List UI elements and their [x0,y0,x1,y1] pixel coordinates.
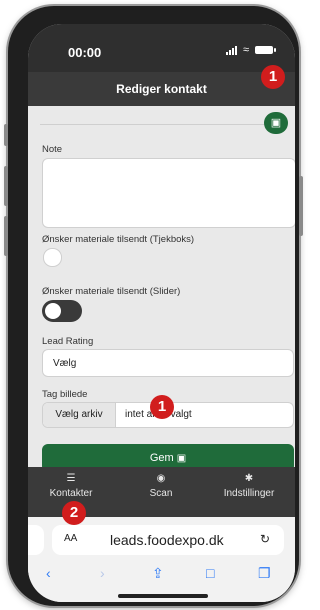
address-bar[interactable]: AA leads.foodexpo.dk ↻ [52,525,284,555]
list-icon: ☰ [66,473,76,484]
status-bar: 00:00 ≈ [28,24,295,72]
camera-icon: ◉ [156,473,166,484]
forward-icon[interactable]: › [100,565,105,581]
annotation-badge-2: 2 [62,501,86,525]
form-content: ▣ Note Ønsker materiale tilsendt (Tjekbo… [28,106,295,478]
status-time: 00:00 [68,45,102,60]
header-divider [40,124,283,125]
home-indicator [118,594,208,598]
save-icon-button[interactable]: ▣ [264,112,288,134]
annotation-badge-1-middle: 1 [150,395,174,419]
material-checkbox[interactable] [43,248,62,267]
annotation-badge-1-top: 1 [261,65,285,89]
signal-icon [225,45,237,55]
material-toggle[interactable] [42,300,82,322]
tabs-icon[interactable]: ❐ [258,565,271,582]
tab-indstillinger-label: Indstillinger [223,488,275,499]
battery-icon [255,46,276,54]
tab-scan[interactable]: ◉ Scan [126,473,196,499]
power-button [299,176,303,236]
checkbox-label: Ønsker materiale tilsendt (Tjekboks) [42,234,195,245]
action-button [4,124,8,146]
toggle-knob [45,303,61,319]
slider-label: Ønsker materiale tilsendt (Slider) [42,286,181,297]
gear-icon: ✱ [244,473,254,484]
note-textarea[interactable] [42,158,295,228]
tab-indstillinger[interactable]: ✱ Indstillinger [214,473,284,499]
choose-file-button[interactable]: Vælg arkiv [43,403,116,427]
lead-rating-label: Lead Rating [42,336,94,347]
previous-tab-pill[interactable] [28,525,44,555]
tab-kontakter-label: Kontakter [49,488,93,499]
photo-label: Tag billede [42,389,88,400]
reload-icon[interactable]: ↻ [260,532,270,546]
tab-scan-label: Scan [149,488,173,499]
floppy-disk-icon: ▣ [270,117,282,129]
floppy-disk-icon: ▣ [176,453,187,464]
tab-kontakter[interactable]: ☰ Kontakter [36,473,106,499]
url-text: leads.foodexpo.dk [110,532,224,548]
browser-chrome: AA leads.foodexpo.dk ↻ ‹ › ⇪ □ ❐ [28,517,295,602]
text-size-button[interactable]: AA [64,533,77,544]
status-icons: ≈ [225,44,276,56]
volume-up-button [4,166,8,206]
page-title: Rediger kontakt [116,82,207,96]
share-icon[interactable]: ⇪ [152,565,164,582]
app-header: Rediger kontakt [28,72,295,106]
lead-rating-select[interactable]: Vælg [42,349,294,377]
volume-down-button [4,216,8,256]
bookmarks-icon[interactable]: □ [206,565,214,581]
gem-button-label: Gem [149,452,174,464]
back-icon[interactable]: ‹ [46,565,51,581]
phone-frame: 00:00 ≈ Rediger kontakt ▣ Note Ønsker ma… [4,6,303,606]
wifi-icon: ≈ [242,44,249,56]
note-label: Note [42,144,63,155]
